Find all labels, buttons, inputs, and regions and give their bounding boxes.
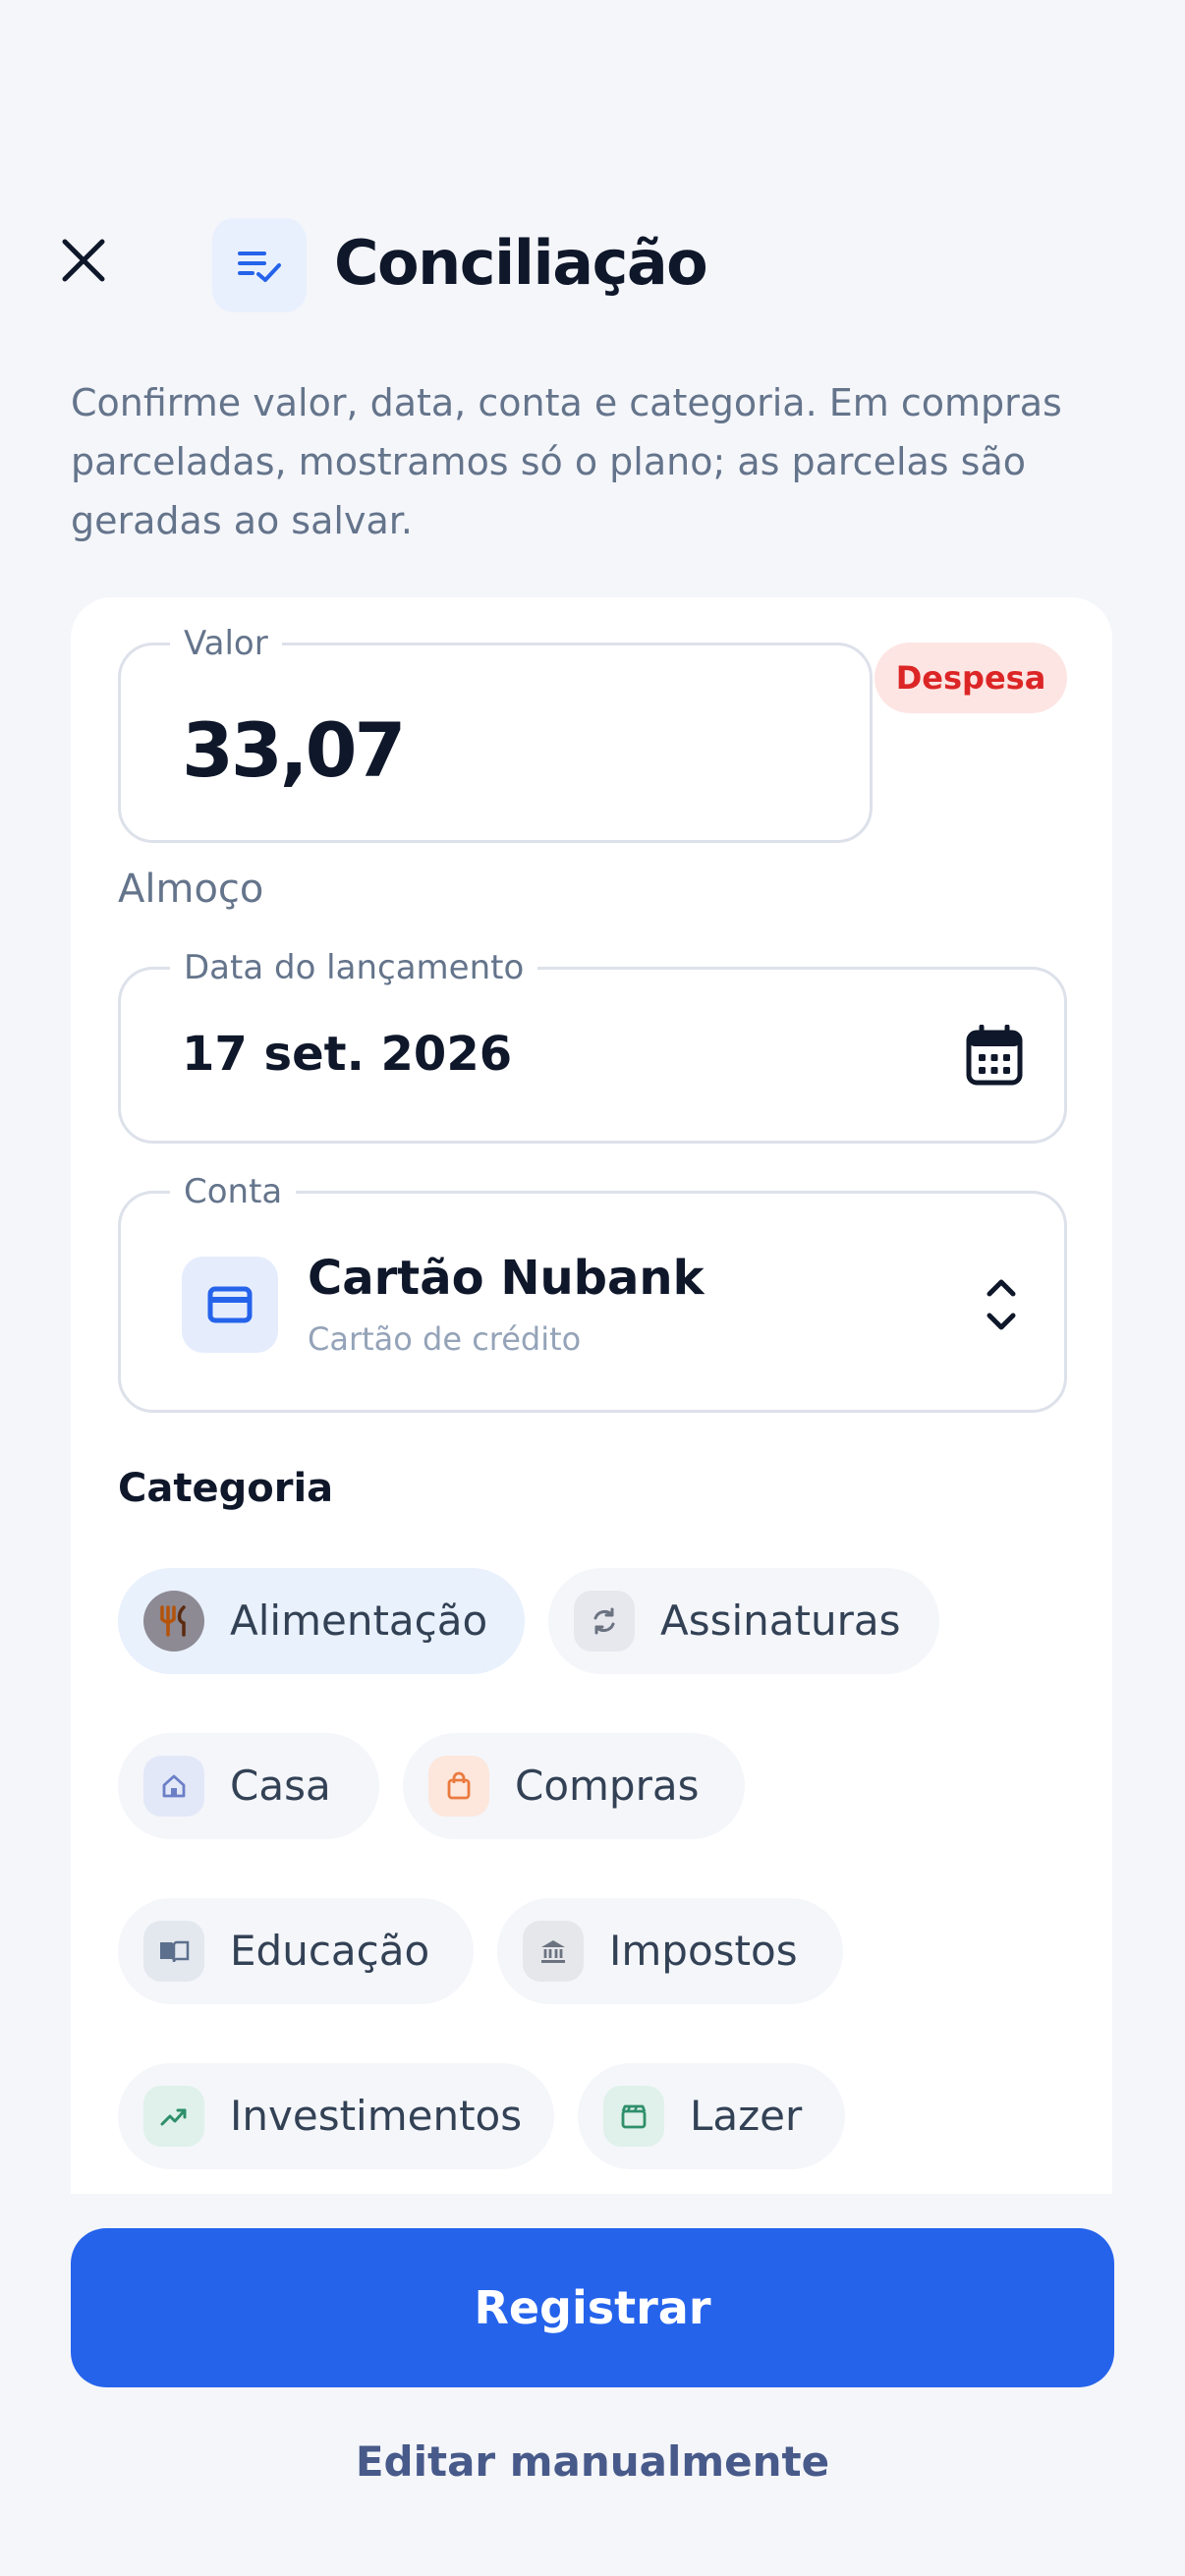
close-button[interactable] <box>49 226 118 295</box>
category-chip-label: Impostos <box>609 1927 798 1975</box>
account-name: Cartão Nubank <box>308 1251 705 1306</box>
category-chip-label: Casa <box>230 1762 331 1810</box>
calendar-button[interactable] <box>960 1021 1029 1090</box>
category-chip-label: Lazer <box>690 2092 803 2140</box>
reconcile-icon-box <box>212 218 307 312</box>
amount-field[interactable]: Valor 33,07 <box>118 624 873 843</box>
category-chip-label: Alimentação <box>230 1596 488 1645</box>
refresh-icon <box>574 1591 635 1652</box>
category-chip-investimentos[interactable]: Investimentos <box>118 2063 554 2169</box>
date-label: Data do lançamento <box>170 948 538 987</box>
shopping-bag-icon <box>428 1756 489 1817</box>
close-icon <box>62 239 105 282</box>
chevron-up-down-icon <box>987 1279 1016 1330</box>
calendar-icon <box>966 1025 1023 1086</box>
category-chip-educacao[interactable]: Educação <box>118 1898 474 2004</box>
book-icon <box>143 1921 204 1982</box>
page-title: Conciliação <box>334 227 708 299</box>
category-chip-casa[interactable]: Casa <box>118 1733 379 1839</box>
category-chip-assinaturas[interactable]: Assinaturas <box>548 1568 939 1674</box>
list-check-icon <box>238 252 281 282</box>
account-type: Cartão de crédito <box>308 1320 582 1358</box>
clapperboard-icon <box>603 2086 664 2147</box>
date-value: 17 set. 2026 <box>182 1027 513 1082</box>
account-select[interactable]: Conta Cartão Nubank Cartão de crédito <box>118 1172 1067 1413</box>
edit-manually-link[interactable]: Editar manualmente <box>71 2427 1114 2495</box>
category-chip-alimentacao[interactable]: Alimentação <box>118 1568 525 1674</box>
account-label: Conta <box>170 1172 297 1211</box>
category-chip-impostos[interactable]: Impostos <box>497 1898 843 2004</box>
expense-badge[interactable]: Despesa <box>875 643 1067 713</box>
category-chip-label: Compras <box>515 1762 700 1810</box>
bank-icon <box>523 1921 584 1982</box>
page-subtitle: Confirme valor, data, conta e categoria.… <box>71 381 1062 542</box>
category-chip-label: Investimentos <box>230 2092 523 2140</box>
home-icon <box>143 1756 204 1817</box>
category-chip-lazer[interactable]: Lazer <box>578 2063 845 2169</box>
category-chip-compras[interactable]: Compras <box>403 1733 745 1839</box>
transaction-description: Almoço <box>118 867 264 912</box>
credit-card-icon <box>182 1257 278 1353</box>
food-icon <box>143 1591 204 1652</box>
category-label: Categoria <box>118 1466 334 1511</box>
register-button[interactable]: Registrar <box>71 2228 1114 2387</box>
amount-value[interactable]: 33,07 <box>182 706 406 795</box>
amount-label: Valor <box>170 624 282 663</box>
category-chip-label: Assinaturas <box>660 1596 901 1645</box>
trending-up-icon <box>143 2086 204 2147</box>
date-field[interactable]: Data do lançamento 17 set. 2026 <box>118 948 1067 1144</box>
category-chip-label: Educação <box>230 1927 430 1975</box>
